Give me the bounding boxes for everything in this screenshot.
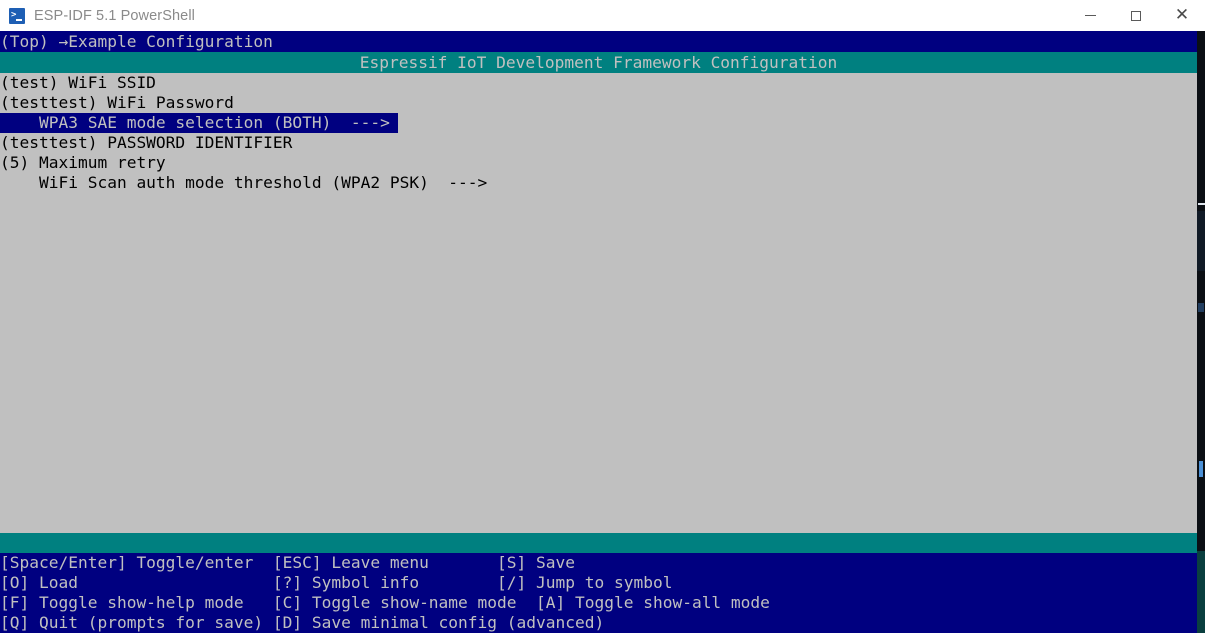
page-title: Espressif IoT Development Framework Conf… — [359, 53, 838, 72]
menu-item[interactable]: WiFi Scan auth mode threshold (WPA2 PSK)… — [0, 173, 487, 193]
background-fleck — [1198, 203, 1205, 205]
window-titlebar[interactable]: > ESP-IDF 5.1 PowerShell ✕ — [0, 0, 1205, 31]
help-footer-row: [O] Load [?] Symbol info [/] Jump to sym… — [0, 573, 673, 592]
background-fleck — [1198, 303, 1204, 312]
window-controls: ✕ — [1067, 0, 1205, 31]
close-button[interactable]: ✕ — [1159, 0, 1205, 31]
menu-list: (test) WiFi SSID (testtest) WiFi Password… — [0, 73, 1197, 522]
powershell-chevron-glyph: > — [11, 9, 17, 20]
background-fleck — [1197, 551, 1205, 633]
minimize-button[interactable] — [1067, 0, 1113, 31]
menu-item[interactable]: (test) WiFi SSID — [0, 73, 156, 93]
minimize-icon — [1084, 15, 1096, 16]
background-fleck — [1197, 211, 1205, 271]
powershell-underscore-glyph — [16, 19, 22, 21]
breadcrumb: (Top) →Example Configuration — [0, 32, 273, 51]
window-title: ESP-IDF 5.1 PowerShell — [34, 7, 195, 24]
maximize-icon — [1131, 10, 1141, 21]
background-fleck — [1199, 461, 1203, 477]
footer-separator-bar — [0, 533, 1197, 553]
menu-item[interactable]: (testtest) WiFi Password — [0, 93, 234, 113]
menu-item[interactable]: (testtest) PASSWORD IDENTIFIER — [0, 133, 292, 153]
powershell-icon: > — [9, 7, 25, 24]
close-icon: ✕ — [1174, 5, 1190, 25]
help-footer-row: [Q] Quit (prompts for save) [D] Save min… — [0, 613, 605, 632]
powershell-window: > ESP-IDF 5.1 PowerShell ✕ (Top) →Exampl… — [0, 0, 1205, 633]
help-footer-row: [F] Toggle show-help mode [C] Toggle sho… — [0, 593, 770, 612]
help-footer: [Space/Enter] Toggle/enter [ESC] Leave m… — [0, 553, 1197, 633]
background-window-strip — [1197, 31, 1205, 633]
help-footer-row: [Space/Enter] Toggle/enter [ESC] Leave m… — [0, 553, 575, 572]
menu-item[interactable]: (5) Maximum retry — [0, 153, 166, 173]
terminal-content: (Top) →Example Configuration Espressif I… — [0, 31, 1197, 633]
menu-item-selected[interactable]: WPA3 SAE mode selection (BOTH) ---> — [0, 113, 398, 133]
maximize-button[interactable] — [1113, 0, 1159, 31]
